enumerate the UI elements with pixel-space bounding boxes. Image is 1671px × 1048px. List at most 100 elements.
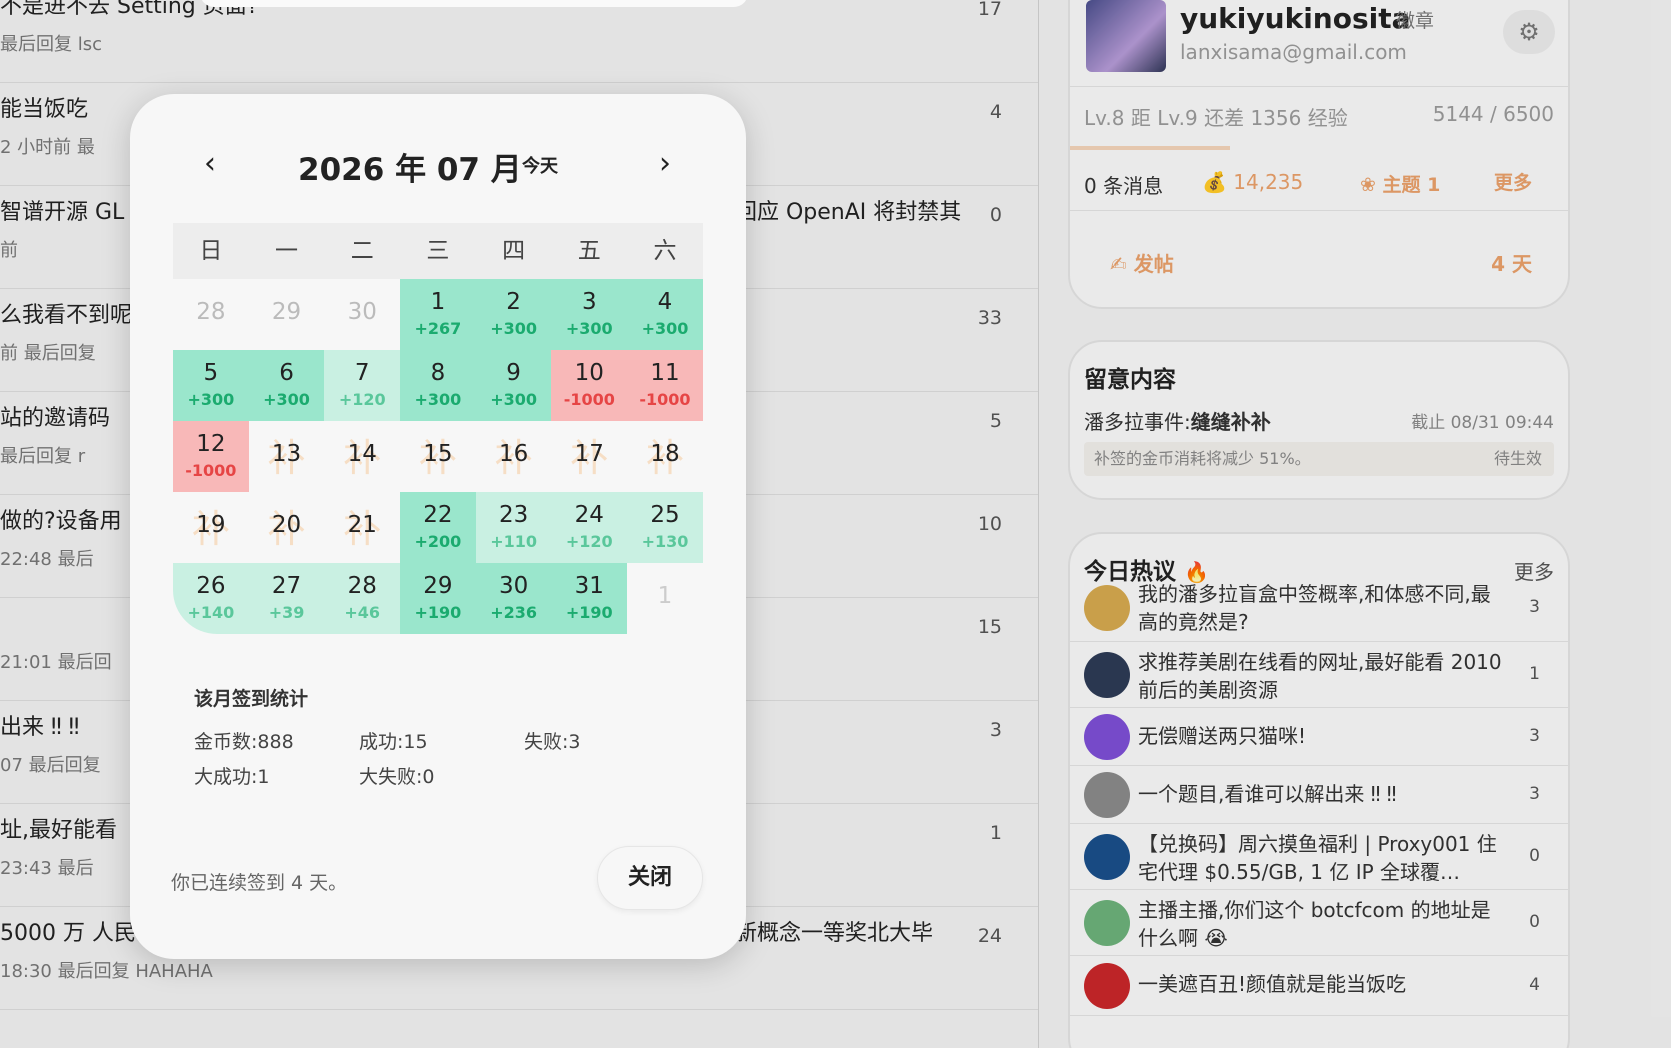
day-points: +120 [565, 532, 613, 551]
calendar-day[interactable]: 25 +130 [627, 492, 703, 563]
day-points: +190 [565, 603, 613, 622]
stat-item: 金币数:888 [194, 731, 294, 753]
calendar-day[interactable]: 1 +267 [400, 279, 476, 350]
day-points: +267 [414, 319, 462, 338]
day-number: 31 [574, 573, 604, 599]
calendar-day[interactable]: 补 15 [400, 421, 476, 492]
day-number: 23 [498, 502, 529, 528]
day-number: 11 [650, 360, 680, 386]
day-points: +46 [344, 603, 381, 622]
stats-row: 金币数:888 成功:15 失败:3 [194, 725, 689, 760]
day-points: +140 [187, 603, 235, 622]
calendar-day[interactable]: 2 +300 [475, 279, 552, 350]
calendar-day: 30 [324, 279, 400, 350]
day-number: 25 [650, 502, 680, 528]
calendar-day: 28 [173, 279, 249, 350]
weekday-label: 六 [627, 223, 703, 279]
weekday-label: 日 [173, 223, 249, 279]
calendar-day[interactable]: 29 +190 [400, 563, 476, 634]
calendar-day[interactable]: 4 +300 [627, 279, 703, 350]
calendar-day[interactable]: 22 +200 [400, 492, 476, 563]
calendar-day[interactable]: 30 +236 [475, 563, 552, 634]
weekday-label: 一 [248, 223, 325, 279]
day-points: -1000 [639, 390, 691, 409]
stat-item: 失败:3 [524, 731, 581, 753]
calendar-day[interactable]: 补 17 [551, 421, 627, 492]
stats-rows: 金币数:888 成功:15 失败:3 大成功:1 大失败:0 [194, 725, 689, 795]
day-number: 29 [423, 573, 453, 599]
day-points: +120 [338, 390, 386, 409]
calendar-day[interactable]: 3 +300 [551, 279, 628, 350]
day-points: +200 [414, 532, 462, 551]
day-number: 5 [203, 360, 219, 386]
header-fragment [200, 0, 748, 7]
day-number: 7 [354, 360, 370, 386]
day-number: 9 [506, 360, 521, 386]
weekday-label: 四 [475, 223, 552, 279]
stat-item: 大失败:0 [359, 766, 435, 788]
calendar-day[interactable]: 补 14 [324, 421, 400, 492]
calendar-day[interactable]: 补 20 [249, 492, 325, 563]
calendar-day[interactable]: 补 16 [476, 421, 552, 492]
day-points: +130 [641, 532, 689, 551]
next-month-button[interactable]: › [645, 144, 685, 184]
day-number: 30 [347, 299, 377, 325]
stats-row: 大成功:1 大失败:0 [194, 760, 689, 795]
day-number: 13 [271, 441, 302, 467]
calendar-day: 29 [249, 279, 325, 350]
calendar-day[interactable]: 5 +300 [173, 350, 249, 421]
day-points: +190 [414, 603, 462, 622]
calendar-day[interactable]: 补 19 [173, 492, 249, 563]
day-points: +39 [268, 603, 305, 622]
day-number: 18 [650, 441, 680, 467]
calendar-day[interactable]: 补 13 [249, 421, 325, 492]
calendar-day[interactable]: 8 +300 [400, 350, 476, 421]
today-button[interactable]: 今天 [522, 152, 558, 178]
checkin-calendar-dialog: ‹ 2026 年 07 月 今天 › 日一二三四五六 28 29 30 1 +267 2 +… [130, 94, 746, 959]
calendar-day[interactable]: 24 +120 [551, 492, 628, 563]
calendar-day[interactable]: 31 +190 [551, 563, 628, 634]
stat-item: 成功:15 [359, 731, 428, 753]
calendar-day[interactable]: 7 +120 [324, 350, 401, 421]
day-points: +300 [187, 390, 235, 409]
day-number: 20 [271, 512, 302, 538]
day-number: 28 [196, 299, 226, 325]
calendar-day[interactable]: 23 +110 [475, 492, 552, 563]
calendar-day[interactable]: 27 +39 [248, 563, 325, 634]
day-points: +300 [490, 390, 537, 409]
day-points: +300 [641, 319, 689, 338]
close-button[interactable]: 关闭 [597, 846, 703, 910]
chevron-right-icon: › [659, 146, 671, 181]
calendar-day[interactable]: 12 -1000 [173, 421, 249, 492]
day-number: 14 [347, 441, 377, 467]
calendar-day[interactable]: 28 +46 [324, 563, 401, 634]
day-number: 28 [347, 573, 377, 599]
day-number: 6 [279, 360, 294, 386]
day-number: 19 [196, 512, 226, 538]
calendar-day[interactable]: 补 18 [627, 421, 703, 492]
day-number: 12 [196, 431, 226, 457]
calendar-day[interactable]: 26 +140 [173, 563, 249, 634]
day-points: +300 [414, 390, 462, 409]
day-number: 16 [498, 441, 529, 467]
day-points: -1000 [185, 461, 237, 480]
calendar-day[interactable]: 9 +300 [475, 350, 552, 421]
day-points: +300 [490, 319, 537, 338]
day-number: 29 [271, 299, 302, 325]
streak-text: 你已连续签到 4 天。 [171, 872, 348, 894]
calendar-day[interactable]: 补 21 [324, 492, 400, 563]
calendar-grid: 日一二三四五六 28 29 30 1 +267 2 +300 3 +300 4 +300 5 +300 6… [173, 223, 703, 634]
stats-heading: 该月签到统计 [194, 688, 309, 710]
day-number: 8 [430, 360, 446, 386]
month-title: 2026 年 07 月 [298, 152, 522, 188]
day-number: 4 [657, 289, 673, 315]
day-number: 30 [498, 573, 529, 599]
day-grid: 28 29 30 1 +267 2 +300 3 +300 4 +300 5 +300 6 +300 7 +12… [173, 279, 703, 634]
calendar-day[interactable]: 11 -1000 [627, 350, 703, 421]
prev-month-button[interactable]: ‹ [190, 144, 230, 184]
calendar-day[interactable]: 6 +300 [248, 350, 325, 421]
day-number: 24 [574, 502, 604, 528]
day-number: 1 [430, 289, 446, 315]
day-number: 21 [347, 512, 377, 538]
calendar-day[interactable]: 10 -1000 [551, 350, 628, 421]
